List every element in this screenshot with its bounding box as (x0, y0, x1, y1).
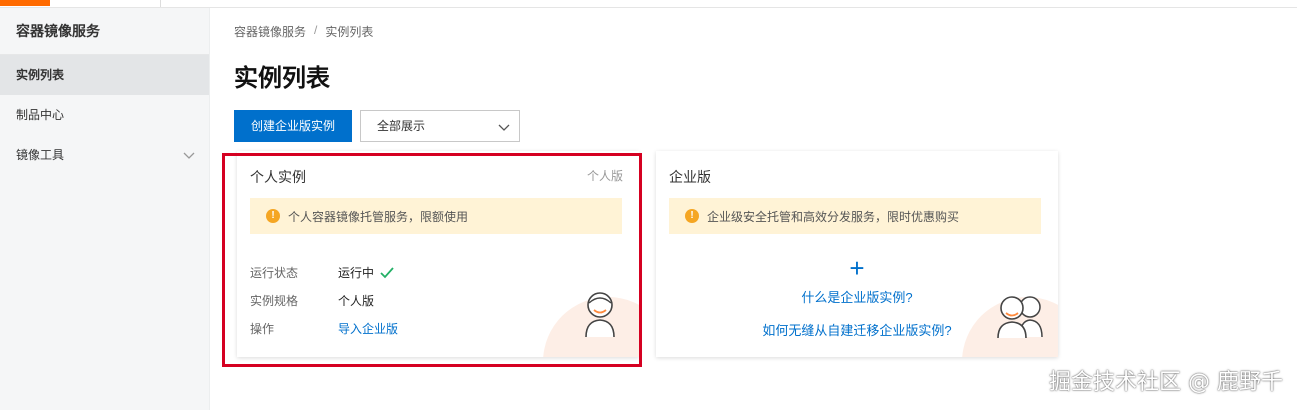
create-enterprise-instance-button[interactable]: 创建企业版实例 (234, 110, 352, 142)
info-value: 运行中 (338, 264, 394, 281)
display-filter-select[interactable]: 全部展示 (360, 110, 520, 142)
page-title: 实例列表 (234, 65, 330, 92)
display-filter-value: 全部展示 (377, 119, 426, 133)
team-illustration-icon (997, 296, 1043, 339)
info-key: 实例规格 (250, 294, 299, 308)
notice-text: 个人容器镜像托管服务，限额使用 (288, 209, 469, 224)
card-title: 个人实例 (250, 169, 306, 185)
chevron-down-icon (183, 152, 195, 159)
sidebar: 容器镜像服务 实例列表 制品中心 镜像工具 (0, 8, 210, 410)
check-icon (380, 266, 394, 278)
sidebar-item-artifact-center[interactable]: 制品中心 (0, 95, 209, 135)
chevron-down-icon (498, 124, 510, 131)
breadcrumb-root[interactable]: 容器镜像服务 (234, 23, 306, 40)
breadcrumb-separator: / (314, 23, 318, 37)
info-row-status: 运行状态 运行中 (250, 264, 394, 281)
topbar-divider (160, 0, 161, 7)
info-row-action: 操作 导入企业版 (250, 320, 398, 337)
enterprise-instance-card[interactable]: 企业版 ! 企业级安全托管和高效分发服务，限时优惠购买 + 什么是企业版实例? … (656, 151, 1058, 357)
notice-banner: ! 企业级安全托管和高效分发服务，限时优惠购买 (669, 198, 1041, 234)
top-bar (0, 0, 1297, 8)
info-row-spec: 实例规格 个人版 (250, 292, 374, 309)
info-key: 运行状态 (250, 266, 299, 280)
notice-banner: ! 个人容器镜像托管服务，限额使用 (250, 198, 622, 234)
brand-accent (0, 0, 50, 6)
status-text: 运行中 (338, 266, 375, 280)
import-enterprise-link[interactable]: 导入企业版 (338, 320, 398, 337)
breadcrumb: 容器镜像服务 / 实例列表 (234, 23, 373, 40)
info-key: 操作 (250, 322, 275, 336)
breadcrumb-current: 实例列表 (325, 25, 374, 39)
sidebar-item-label: 制品中心 (16, 108, 65, 122)
card-title: 企业版 (669, 169, 711, 185)
info-value: 个人版 (338, 294, 375, 308)
sidebar-title: 容器镜像服务 (0, 8, 209, 55)
plus-icon[interactable]: + (656, 255, 1058, 281)
person-illustration-icon (585, 292, 615, 338)
sidebar-item-image-tools[interactable]: 镜像工具 (0, 135, 209, 175)
watermark: 掘金技术社区 @ 鹿野千 (1049, 370, 1283, 395)
edition-tag: 个人版 (586, 169, 623, 183)
warning-icon: ! (685, 209, 699, 223)
sidebar-item-label: 实例列表 (16, 68, 65, 82)
sidebar-item-label: 镜像工具 (16, 148, 65, 162)
warning-icon: ! (266, 209, 280, 223)
notice-text: 企业级安全托管和高效分发服务，限时优惠购买 (707, 209, 960, 224)
personal-instance-card[interactable]: 个人实例 个人版 ! 个人容器镜像托管服务，限额使用 运行状态 运行中 实例规格… (237, 151, 639, 357)
sidebar-item-instance-list[interactable]: 实例列表 (0, 55, 209, 95)
